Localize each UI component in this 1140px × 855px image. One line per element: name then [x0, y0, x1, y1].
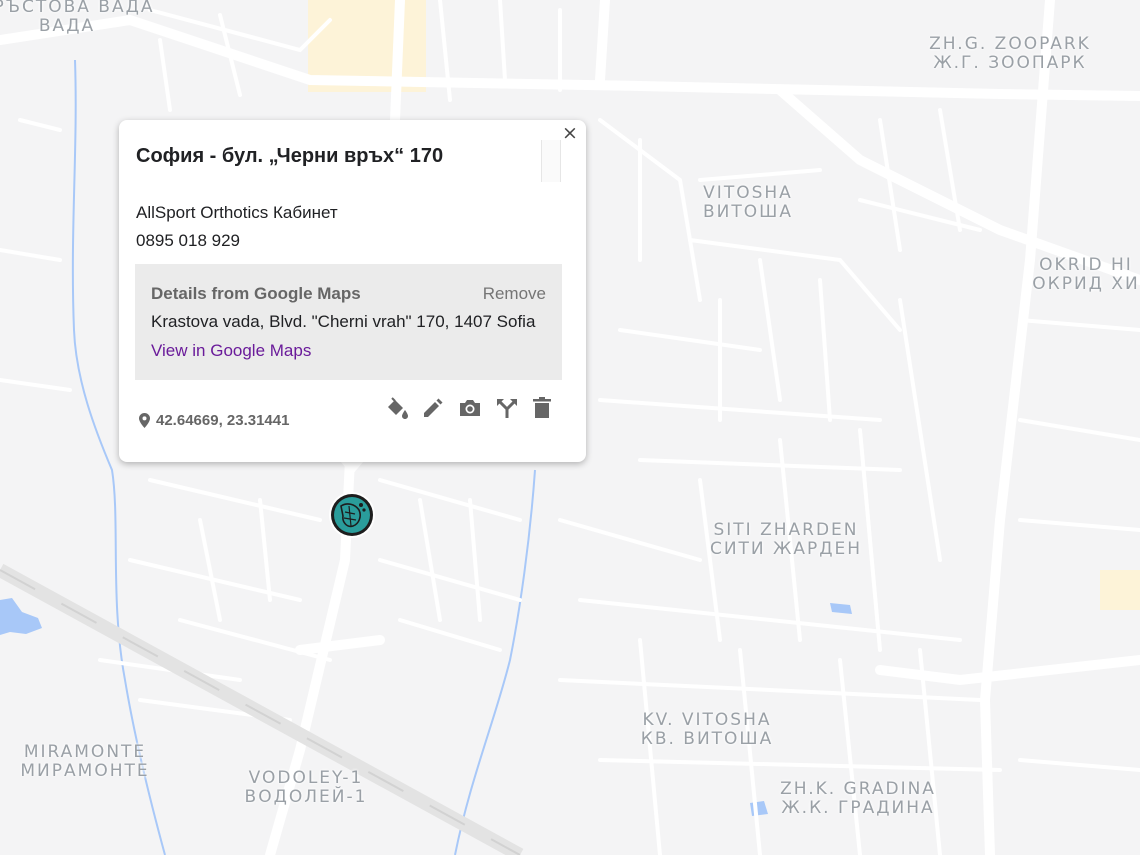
map-label: SITI ZHARDEN СИТИ ЖАРДЕН — [710, 521, 862, 559]
coordinates-text: 42.64669, 23.31441 — [156, 412, 290, 429]
map-label-latin: KV. VITOSHA — [642, 710, 772, 730]
map-label-cyrillic: Ж.К. ГРАДИНА — [781, 798, 935, 818]
globe-foot-icon — [331, 494, 373, 536]
trash-icon — [533, 397, 551, 418]
details-address: Krastova vada, Blvd. "Cherni vrah" 170, … — [151, 312, 536, 331]
map-label-cyrillic: ВИТОША — [703, 202, 793, 222]
map-label-latin: OKRID HI — [1039, 255, 1133, 275]
map-label-cyrillic: СИТИ ЖАРДЕН — [709, 539, 863, 559]
map-label: VODOLEY-1 ВОДОЛЕЙ-1 — [245, 769, 368, 807]
directions-button[interactable] — [494, 395, 520, 421]
popup-description-line2: 0895 018 929 — [136, 231, 240, 250]
google-maps-details: Details from Google Maps Remove Krastova… — [135, 264, 562, 380]
map-label-cyrillic-2: ВАДА — [38, 16, 96, 36]
close-button[interactable]: × — [559, 122, 581, 144]
popup-description-line1: AllSport Orthotics Кабинет — [136, 203, 338, 222]
pencil-icon — [424, 398, 443, 417]
details-heading: Details from Google Maps — [151, 284, 361, 303]
view-in-google-maps-link[interactable]: View in Google Maps — [151, 341, 311, 361]
add-photo-button[interactable] — [457, 395, 483, 421]
map-label-latin: VITOSHA — [703, 183, 793, 203]
map-label: KV. VITOSHA КВ. ВИТОША — [641, 711, 774, 749]
map-label: VITOSHA ВИТОША — [703, 184, 793, 222]
area-highlight — [1100, 570, 1140, 610]
popup-scrollbar[interactable] — [541, 140, 561, 182]
paint-bucket-icon — [388, 397, 408, 419]
popup-pointer — [340, 461, 364, 475]
info-popup: × София - бул. „Черни връх“ 170 AllSport… — [119, 120, 586, 462]
edit-button[interactable] — [420, 395, 446, 421]
map-label: ZH.K. GRADINA Ж.К. ГРАДИНА — [780, 780, 936, 818]
popup-title: София - бул. „Черни връх“ 170 — [136, 145, 444, 167]
map-label-cyrillic: ВОДОЛЕЙ-1 — [244, 787, 368, 807]
map-label-cyrillic: Ж.Г. ЗООПАРК — [933, 53, 1087, 73]
style-button[interactable] — [384, 395, 410, 421]
map-label: КРЪСТОВА ВАДАВАДА — [0, 0, 155, 36]
map-label-latin: ZH.G. ZOOPARK — [929, 34, 1091, 54]
map-label: MIRAMONTE МИРАМОНТЕ — [20, 743, 149, 781]
directions-icon — [497, 399, 517, 418]
camera-icon — [460, 400, 480, 416]
delete-button[interactable] — [529, 395, 555, 421]
map-label-latin: SITI ZHARDEN — [713, 520, 859, 540]
map-label-cyrillic: ОКРИД ХИ — [1032, 274, 1140, 294]
map-label-cyrillic: КРЪСТОВА ВАДА — [0, 0, 155, 17]
remove-link[interactable]: Remove — [483, 284, 546, 304]
location-pin-icon — [139, 413, 150, 428]
map-label-latin: MIRAMONTE — [23, 742, 147, 762]
coordinates: 42.64669, 23.31441 — [139, 412, 289, 429]
map-label-cyrillic: МИРАМОНТЕ — [20, 761, 150, 781]
map-label-latin: ZH.K. GRADINA — [780, 779, 936, 799]
map-label-latin: VODOLEY-1 — [248, 768, 364, 788]
location-marker[interactable] — [329, 492, 375, 538]
map-label: ZH.G. ZOOPARK Ж.Г. ЗООПАРК — [929, 35, 1091, 73]
map-label-cyrillic: КВ. ВИТОША — [640, 729, 774, 749]
map-label: OKRID HI ОКРИД ХИ — [1032, 256, 1139, 294]
